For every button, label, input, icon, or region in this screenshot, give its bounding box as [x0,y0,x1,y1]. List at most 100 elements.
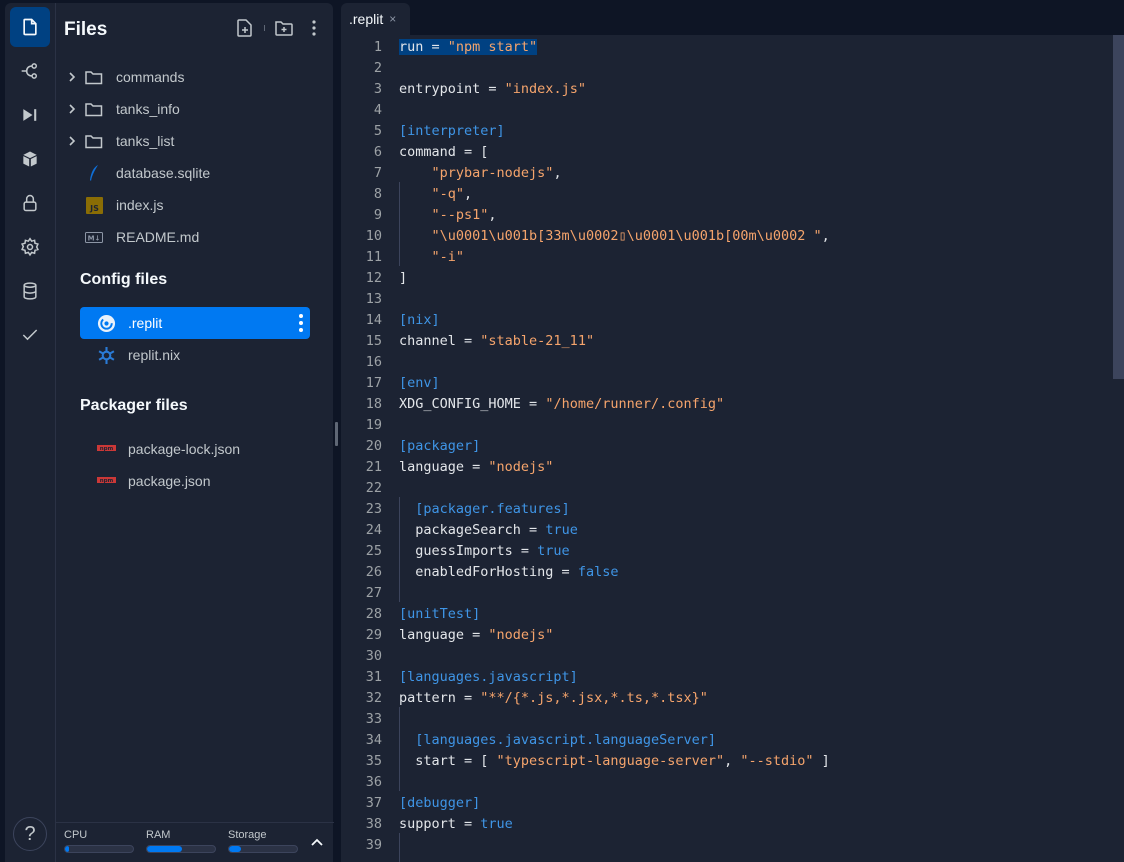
ram-bar [146,845,216,853]
code-line[interactable]: 9 "--ps1", [341,205,1101,226]
line-number: 17 [365,375,382,391]
code-text: [interpreter] [399,123,505,139]
packager-file-package-lock-json[interactable]: npm package-lock.json [80,433,310,465]
tab-replit[interactable]: .replit × [341,3,410,35]
step-icon [23,109,37,121]
code-line[interactable]: 37 [debugger] [341,793,1101,814]
config-file-replit[interactable]: .replit [80,307,310,339]
line-number: 30 [365,648,382,664]
line-number: 1 [373,39,382,55]
expand-resources-button[interactable] [308,833,326,851]
code-line[interactable]: 2 [341,58,1101,79]
line-number: 10 [365,228,382,244]
database-tab-button[interactable] [10,271,50,311]
code-line[interactable]: 39 [341,835,1101,856]
code-line[interactable]: 31 [languages.javascript] [341,667,1101,688]
tree-folder-tanks-list[interactable]: tanks_list [64,127,310,155]
code-editor[interactable]: 1 run = "npm start" 2 3 entrypoint = "index.… [341,35,1124,862]
code-line[interactable]: 13 [341,289,1101,310]
code-line[interactable]: 11 "-i" [341,247,1101,268]
tree-folder-tanks-info[interactable]: tanks_info [64,95,310,123]
code-line[interactable]: 7 "prybar-nodejs", [341,163,1101,184]
code-line[interactable]: 25 guessImports = true [341,541,1101,562]
code-text: ] [399,270,408,286]
code-line[interactable]: 18 XDG_CONFIG_HOME = "/home/runner/.confi… [341,394,1101,415]
code-line[interactable]: 15 channel = "stable-21_11" [341,331,1101,352]
settings-tab-button[interactable] [10,227,50,267]
code-line[interactable]: 5 [interpreter] [341,121,1101,142]
code-line[interactable]: 23 [packager.features] [341,499,1101,520]
lock-icon [23,194,37,212]
code-line[interactable]: 17 [env] [341,373,1101,394]
line-number: 25 [365,543,382,559]
code-line[interactable]: 27 [341,583,1101,604]
replit-swirl-icon [96,313,116,333]
line-number: 2 [373,60,382,76]
code-line[interactable]: 28 [unitTest] [341,604,1101,625]
chevron-right-icon[interactable] [64,71,80,83]
scrollbar-thumb[interactable] [1113,35,1124,379]
unit-tests-tab-button[interactable] [10,315,50,355]
code-text: start = [ "typescript-language-server", … [399,753,830,769]
code-text: "--ps1", [431,207,497,223]
code-text: "\u0001\u001b[33m\u0002▯\u0001\u001b[00m… [431,228,830,244]
code-line[interactable]: 8 "-q", [341,184,1101,205]
code-line[interactable]: 16 [341,352,1101,373]
code-line[interactable]: 6 command = [ [341,142,1101,163]
code-line[interactable]: 19 [341,415,1101,436]
activity-bar: ? [5,3,55,862]
secrets-tab-button[interactable] [10,183,50,223]
new-file-button[interactable] [234,17,256,39]
new-folder-button[interactable] [273,17,295,39]
tree-folder-commands[interactable]: commands [64,63,310,91]
packager-file-package-json[interactable]: npm package.json [80,465,310,497]
git-tab-button[interactable] [10,51,50,91]
code-line[interactable]: 32 pattern = "**/{*.js,*.jsx,*.ts,*.tsx}" [341,688,1101,709]
code-line[interactable]: 10 "\u0001\u001b[33m\u0002▯\u0001\u001b[… [341,226,1101,247]
tree-file-readme-md[interactable]: M↓ README.md [64,223,310,251]
code-line[interactable]: 24 packageSearch = true [341,520,1101,541]
line-number: 19 [365,417,382,433]
code-line[interactable]: 14 [nix] [341,310,1101,331]
help-button[interactable]: ? [13,817,47,851]
code-line[interactable]: 38 support = true [341,814,1101,835]
code-line[interactable]: 22 [341,478,1101,499]
debugger-tab-button[interactable] [10,95,50,135]
more-options-icon[interactable] [298,314,304,332]
line-number: 20 [365,438,382,454]
panel-resize-handle[interactable] [335,422,338,446]
svg-text:M↓: M↓ [88,234,101,242]
editor-scrollbar[interactable] [1113,35,1124,862]
code-line[interactable]: 29 language = "nodejs" [341,625,1101,646]
chevron-right-icon[interactable] [64,135,80,147]
code-line[interactable]: 33 [341,709,1101,730]
tree-item-label: database.sqlite [116,165,211,181]
files-tab-button[interactable] [10,7,50,47]
indent-guide [399,707,400,791]
code-line[interactable]: 3 entrypoint = "index.js" [341,79,1101,100]
cpu-label: CPU [64,829,88,841]
line-number: 8 [373,186,382,202]
code-line[interactable]: 4 [341,100,1101,121]
code-line[interactable]: 30 [341,646,1101,667]
tree-file-index-js[interactable]: JS index.js [64,191,310,219]
resource-usage: CPU RAM Storage [56,822,334,862]
code-line[interactable]: 12] [341,268,1101,289]
code-line[interactable]: 20 [packager] [341,436,1101,457]
code-line[interactable]: 36 [341,772,1101,793]
packages-tab-button[interactable] [10,139,50,179]
code-line[interactable]: 34 [languages.javascript.languageServer] [341,730,1101,751]
code-line[interactable]: 1 run = "npm start" [341,37,1101,58]
line-number: 21 [365,459,382,475]
chevron-right-icon[interactable] [64,103,80,115]
panel-title: Files [64,19,108,40]
help-icon: ? [24,822,36,845]
tree-file-database-sqlite[interactable]: database.sqlite [64,159,310,187]
close-icon[interactable]: × [389,12,396,26]
code-line[interactable]: 35 start = [ "typescript-language-server… [341,751,1101,772]
code-line[interactable]: 26 enabledForHosting = false [341,562,1101,583]
config-file-replit-nix[interactable]: replit.nix [80,339,310,371]
more-options-button[interactable] [303,17,325,39]
code-line[interactable]: 21 language = "nodejs" [341,457,1101,478]
code-text: pattern = "**/{*.js,*.jsx,*.ts,*.tsx}" [399,690,708,706]
